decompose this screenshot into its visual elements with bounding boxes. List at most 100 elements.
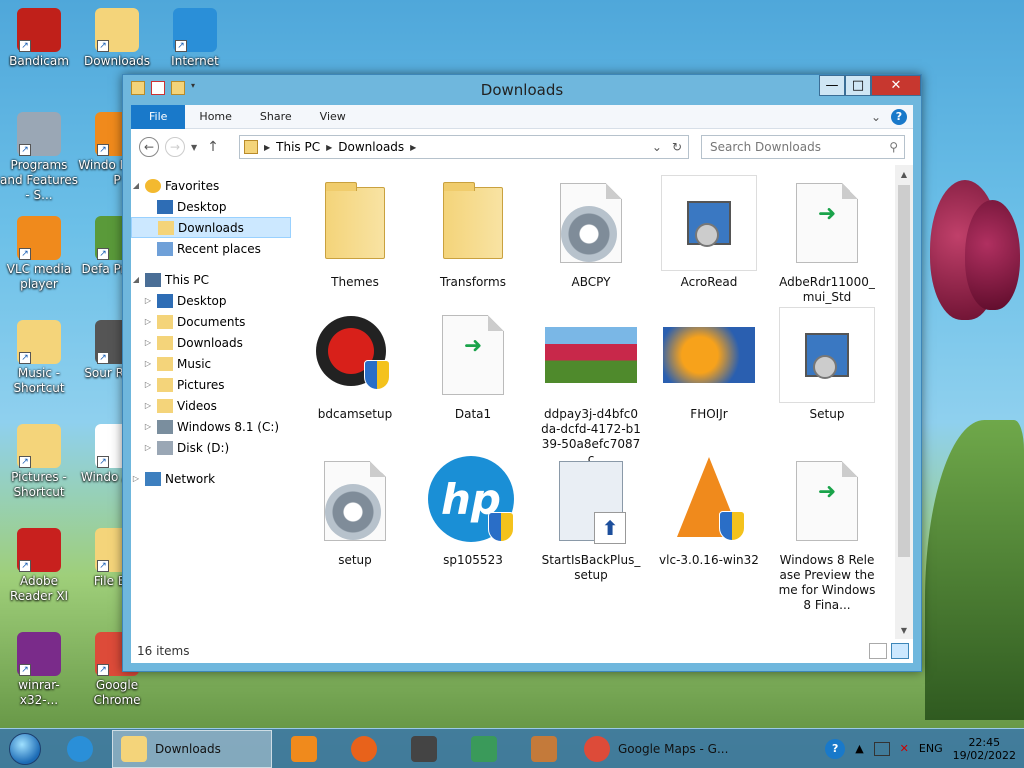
- file-item[interactable]: ➜ Data1: [423, 307, 523, 422]
- file-item[interactable]: vlc-3.0.16-win32: [659, 453, 759, 568]
- file-item[interactable]: FHOIJr: [659, 307, 759, 422]
- drive-d-icon: [157, 440, 173, 455]
- address-bar[interactable]: ▶ This PC ▶ Downloads ▶ ⌄ ↻: [239, 135, 689, 159]
- scroll-down-icon[interactable]: ▼: [895, 621, 913, 639]
- show-hidden-icons-icon[interactable]: ▲: [855, 742, 863, 755]
- network-icon[interactable]: [873, 741, 890, 756]
- desktop-icon-item[interactable]: ↗ Bandicam: [0, 8, 78, 69]
- breadcrumb-this-pc[interactable]: This PC: [276, 140, 320, 154]
- taskbar-button[interactable]: Google Maps - G...: [576, 730, 756, 768]
- expand-chevron-icon[interactable]: ▷: [143, 401, 153, 410]
- file-item[interactable]: setup: [305, 453, 405, 568]
- expand-chevron-icon[interactable]: ▷: [131, 474, 141, 483]
- address-dropdown-icon[interactable]: ⌄: [652, 140, 662, 154]
- desktop-icon-item[interactable]: ↗ VLC media player: [0, 216, 78, 292]
- file-item[interactable]: ABCPY: [541, 175, 641, 290]
- file-item[interactable]: hp sp105523: [423, 453, 523, 568]
- clock[interactable]: 22:45 19/02/2022: [953, 736, 1016, 762]
- desktop-icon-item[interactable]: ↗ Internet: [156, 8, 234, 69]
- expand-chevron-icon[interactable]: ◢: [131, 275, 141, 284]
- nav-item-this-pc[interactable]: ◢ This PC: [131, 269, 291, 290]
- forward-button[interactable]: →: [165, 137, 185, 157]
- expand-chevron-icon[interactable]: ▷: [143, 317, 153, 326]
- recent-locations-icon[interactable]: ▼: [191, 143, 197, 152]
- nav-item-downloads[interactable]: ▷ Downloads: [131, 332, 291, 353]
- desktop-icon-item[interactable]: ↗ Adobe Reader XI: [0, 528, 78, 604]
- nav-item-documents[interactable]: ▷ Documents: [131, 311, 291, 332]
- search-icon[interactable]: ⚲: [889, 140, 898, 154]
- expand-ribbon-icon[interactable]: ⌄: [871, 110, 881, 124]
- tab-share[interactable]: Share: [246, 105, 306, 129]
- nav-item-desktop[interactable]: ▷ Desktop: [131, 290, 291, 311]
- nav-item-favorites[interactable]: ◢ Favorites: [131, 175, 291, 196]
- taskbar-button[interactable]: [336, 730, 392, 768]
- file-item[interactable]: [305, 599, 405, 639]
- language-indicator[interactable]: ENG: [919, 742, 943, 755]
- taskbar-button[interactable]: [52, 730, 108, 768]
- breadcrumb-separator-icon[interactable]: ▶: [410, 143, 416, 152]
- details-view-icon[interactable]: [869, 643, 887, 659]
- nav-item-music[interactable]: ▷ Music: [131, 353, 291, 374]
- up-button[interactable]: ↑: [207, 139, 219, 155]
- file-item[interactable]: ➜ AdbeRdr11000_mui_Std: [777, 175, 877, 305]
- taskbar-button[interactable]: Downloads: [112, 729, 272, 768]
- desktop-icon-item[interactable]: ↗ Pictures - Shortcut: [0, 424, 78, 500]
- no-sound-icon[interactable]: ✕: [900, 742, 909, 755]
- title-bar[interactable]: ▾ Downloads — □ ✕: [123, 75, 921, 105]
- nav-item-videos[interactable]: ▷ Videos: [131, 395, 291, 416]
- breadcrumb-separator-icon[interactable]: ▶: [326, 143, 332, 152]
- help-icon[interactable]: ?: [825, 738, 846, 759]
- file-item[interactable]: ⬆ StartIsBackPlus_setup: [541, 453, 641, 583]
- nav-item-recent-places[interactable]: Recent places: [131, 238, 291, 259]
- expand-chevron-icon[interactable]: ▷: [143, 380, 153, 389]
- desktop-icon-item[interactable]: ↗ Music - Shortcut: [0, 320, 78, 396]
- tab-view[interactable]: View: [306, 105, 360, 129]
- scroll-up-icon[interactable]: ▲: [895, 165, 913, 183]
- tab-home[interactable]: Home: [185, 105, 245, 129]
- vertical-scrollbar[interactable]: ▲ ▼: [895, 165, 913, 639]
- file-item[interactable]: bdcamsetup: [305, 307, 405, 422]
- taskbar-button[interactable]: [456, 730, 512, 768]
- nav-item-windows-8-1-c[interactable]: ▷ Windows 8.1 (C:): [131, 416, 291, 437]
- minimize-button[interactable]: —: [819, 75, 845, 96]
- file-item[interactable]: ➜ Windows 8 Release Preview theme for Win…: [777, 453, 877, 613]
- tab-file[interactable]: File: [131, 104, 186, 129]
- expand-chevron-icon[interactable]: ▷: [143, 443, 153, 452]
- large-icons-view-icon[interactable]: [891, 643, 909, 659]
- nav-item-label: This PC: [165, 272, 209, 287]
- nav-item-disk-d[interactable]: ▷ Disk (D:): [131, 437, 291, 458]
- taskbar-apps: Downloads Google Maps - G...: [50, 729, 758, 768]
- taskbar-button[interactable]: [276, 730, 332, 768]
- file-item[interactable]: Themes: [305, 175, 405, 290]
- close-button[interactable]: ✕: [871, 75, 921, 96]
- desktop-icon-item[interactable]: ↗ Downloads: [78, 8, 156, 69]
- taskbar-button[interactable]: [516, 730, 572, 768]
- desktop-icon-item[interactable]: ↗ winrar-x32-...: [0, 632, 78, 708]
- start-button[interactable]: [0, 729, 50, 768]
- file-thumbnail: ➜: [425, 307, 521, 403]
- breadcrumb-separator-icon[interactable]: ▶: [264, 143, 270, 152]
- scrollbar-thumb[interactable]: [898, 185, 910, 557]
- nav-item-pictures[interactable]: ▷ Pictures: [131, 374, 291, 395]
- expand-chevron-icon[interactable]: ▷: [143, 338, 153, 347]
- file-item[interactable]: Transforms: [423, 175, 523, 290]
- expand-chevron-icon[interactable]: ◢: [131, 181, 141, 190]
- expand-chevron-icon[interactable]: ▷: [143, 359, 153, 368]
- search-input[interactable]: Search Downloads ⚲: [701, 135, 905, 159]
- taskbar-button[interactable]: [396, 730, 452, 768]
- nav-item-network[interactable]: ▷ Network: [131, 468, 291, 489]
- file-item[interactable]: Setup: [777, 307, 877, 422]
- help-icon[interactable]: ?: [891, 108, 907, 125]
- nav-item-downloads[interactable]: Downloads: [131, 217, 291, 238]
- back-button[interactable]: ←: [139, 137, 159, 157]
- expand-chevron-icon[interactable]: ▷: [143, 422, 153, 431]
- maximize-button[interactable]: □: [845, 75, 871, 96]
- refresh-icon[interactable]: ↻: [672, 140, 682, 154]
- file-item[interactable]: ddpay3j-d4bfc0da-dcfd-4172-b139-50a8efc7…: [541, 307, 641, 467]
- nav-item-desktop[interactable]: Desktop: [131, 196, 291, 217]
- desktop-icon-item[interactable]: ↗ Programs and Features - S...: [0, 112, 78, 203]
- file-item[interactable]: AcroRead: [659, 175, 759, 290]
- breadcrumb-downloads[interactable]: Downloads: [338, 140, 404, 154]
- nav-item-label: Recent places: [177, 241, 261, 256]
- expand-chevron-icon[interactable]: ▷: [143, 296, 153, 305]
